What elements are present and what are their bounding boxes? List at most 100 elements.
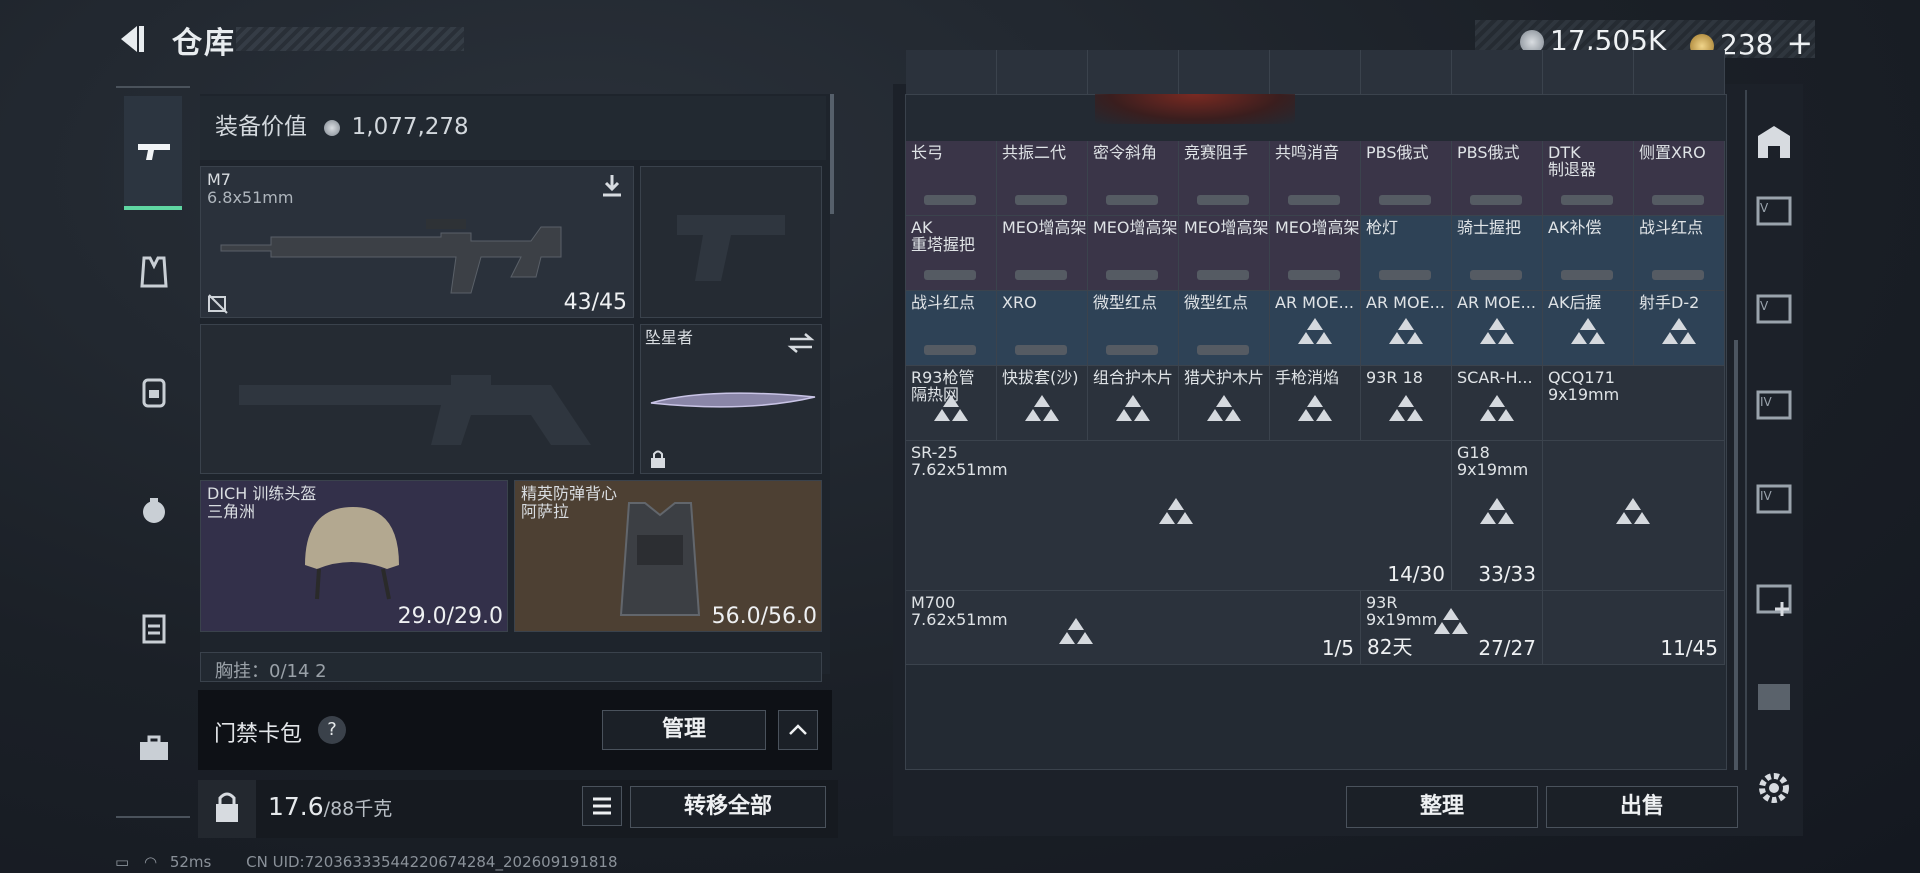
partial-cell[interactable] — [997, 50, 1088, 96]
item-name: AR MOE... — [1366, 292, 1445, 312]
sort-button[interactable]: 整理 — [1346, 786, 1538, 828]
grid-item[interactable]: DTK 制退器 — [1543, 140, 1634, 216]
status-bar: ▭ ◠ 52ms CN UID:720363335442206742​84_20… — [115, 853, 618, 871]
primary-weapon-slot[interactable]: M7 6.8x51mm 43/45 — [200, 166, 634, 318]
clipboard-icon[interactable] — [134, 608, 174, 648]
container-iv2-icon[interactable]: IV — [1752, 476, 1796, 520]
partial-cell[interactable] — [1543, 50, 1634, 96]
grid-item[interactable]: AK后握 — [1543, 290, 1634, 366]
chest-rig-row[interactable]: 胸挂：0/14 2 — [200, 652, 822, 682]
grid-item[interactable]: 共振二代 — [997, 140, 1088, 216]
grid-item[interactable]: R93枪管 隔热网 — [906, 365, 997, 441]
grid-item[interactable]: AK补偿 — [1543, 215, 1634, 291]
storage-scrollbar[interactable] — [1734, 340, 1738, 770]
attachment-icon — [1652, 269, 1704, 280]
list-view-button[interactable] — [582, 786, 622, 826]
grid-item-93r[interactable]: 93R 9x19mm 27/27 82天 — [1361, 591, 1543, 666]
grid-item[interactable]: SCAR-H... — [1452, 365, 1543, 441]
grid-item[interactable]: 长弓 — [906, 140, 997, 216]
melee-slot[interactable]: 坠星者 — [640, 324, 822, 474]
help-button[interactable]: ? — [318, 716, 346, 744]
container-iv-icon[interactable]: IV — [1752, 382, 1796, 426]
grid-item[interactable]: AR MOE... — [1452, 290, 1543, 366]
grid-item[interactable]: MEO增高架 — [1179, 215, 1270, 291]
grid-item[interactable]: AR MOE... — [1270, 290, 1361, 366]
grid-item[interactable]: QCQ171 9x19mm — [1543, 365, 1725, 441]
grid-item[interactable]: 枪灯 — [1361, 215, 1452, 291]
partial-cell[interactable] — [906, 50, 997, 96]
ammo-count: 1/5 — [1321, 636, 1354, 661]
battery-icon: ▭ — [115, 853, 130, 871]
settings-gear-icon[interactable] — [1752, 766, 1796, 810]
grid-item[interactable]: 手枪消焰 — [1270, 365, 1361, 441]
empty-cell[interactable] — [1543, 440, 1725, 592]
grid-item-m700[interactable]: M700 7.62x51mm 1/5 — [906, 591, 1361, 666]
partial-cell[interactable] — [1270, 50, 1361, 96]
weight: 17.6/88千克 — [268, 792, 392, 821]
item-name: 射手D-2 — [1639, 292, 1700, 312]
item-name: QCQ171 9x19mm — [1548, 367, 1620, 404]
pouch-icon[interactable] — [134, 490, 174, 530]
add-container-icon[interactable] — [1752, 576, 1796, 620]
coin-icon — [324, 119, 341, 136]
grid-item[interactable]: 快拔套(沙) — [997, 365, 1088, 441]
partial-cell[interactable] — [1179, 50, 1270, 96]
attachment-icon — [1015, 194, 1067, 205]
grid-item[interactable]: PBS俄式 — [1452, 140, 1543, 216]
loadout-scrollbar[interactable] — [830, 94, 834, 214]
grid-item[interactable]: 微型红点 — [1088, 290, 1179, 366]
grid-item[interactable]: 组合护木片 — [1088, 365, 1179, 441]
transfer-all-button[interactable]: 转移全部 — [630, 786, 826, 828]
grid-item[interactable]: 侧置XRO — [1634, 140, 1725, 216]
grid-item[interactable]: 战斗红点 — [906, 290, 997, 366]
swap-icon[interactable] — [787, 331, 815, 355]
briefcase-icon[interactable] — [134, 728, 174, 768]
grid-item[interactable]: 竞赛阻手 — [1179, 140, 1270, 216]
partial-cell[interactable] — [1634, 50, 1725, 96]
grid-item[interactable]: 密令斜角 — [1088, 140, 1179, 216]
grid-item[interactable]: AK 重塔握把 — [906, 215, 997, 291]
manage-button[interactable]: 管理 — [602, 710, 766, 750]
currency-2-value: 238 — [1720, 28, 1774, 61]
helmet-slot[interactable]: DICH 训练头盔 三角洲 29.0/29.0 — [200, 480, 508, 632]
vest-icon[interactable] — [134, 252, 174, 292]
container-v2-icon[interactable]: V — [1752, 286, 1796, 330]
grid-item[interactable]: 射手D-2 — [1634, 290, 1725, 366]
backpack-icon[interactable] — [134, 372, 174, 412]
armor-slot[interactable]: 精英防弹背心 阿萨拉 56.0/56.0 — [514, 480, 822, 632]
grid-item[interactable]: 骑士握把 — [1452, 215, 1543, 291]
grid-item[interactable]: MEO增高架 — [997, 215, 1088, 291]
container-v-icon[interactable]: V — [1752, 188, 1796, 232]
gun-icon[interactable] — [134, 132, 174, 172]
pistol-slot[interactable] — [640, 166, 822, 318]
grid-item[interactable]: MEO增高架 — [1088, 215, 1179, 291]
partial-cell[interactable] — [1452, 50, 1543, 96]
container-locked-icon[interactable] — [1752, 674, 1796, 718]
grid-item-g18[interactable]: G18 9x19mm 33/33 — [1452, 440, 1543, 592]
grid-item[interactable]: PBS俄式 — [1361, 140, 1452, 216]
grid-item-sr25[interactable]: SR-25 7.62x51mm 14/30 — [906, 440, 1452, 592]
attachment-icon — [1561, 194, 1613, 205]
grid-item-qcq-bottom[interactable]: 11/45 — [1543, 591, 1725, 666]
add-currency-button[interactable]: + — [1786, 24, 1813, 62]
grid-item[interactable]: MEO增高架 — [1270, 215, 1361, 291]
grid-item[interactable]: 猎犬护木片 — [1179, 365, 1270, 441]
secondary-weapon-slot[interactable] — [200, 324, 634, 474]
attachment-icon — [1106, 344, 1158, 355]
grid-item[interactable]: 93R 18 — [1361, 365, 1452, 441]
grid-item[interactable]: AR MOE... — [1361, 290, 1452, 366]
download-icon[interactable] — [599, 173, 625, 199]
grid-item[interactable]: 微型红点 — [1179, 290, 1270, 366]
storage-grid: 长弓 共振二代 密令斜角 竞赛阻手 共鸣消音 PBS俄式 PBS俄式 DTK 制退器 侧置XRO… — [905, 50, 1727, 770]
grid-item[interactable]: XRO — [997, 290, 1088, 366]
page-title: 仓库 — [172, 26, 236, 61]
grid-item[interactable]: 共鸣消音 — [1270, 140, 1361, 216]
back-arrow-icon[interactable] — [115, 22, 149, 56]
partial-cell[interactable] — [1361, 50, 1452, 96]
sell-button[interactable]: 出售 — [1546, 786, 1738, 828]
grid-item[interactable]: 战斗红点 — [1634, 215, 1725, 291]
collapse-button[interactable] — [778, 710, 818, 750]
home-tab-icon[interactable] — [1752, 120, 1796, 164]
partial-cell[interactable] — [1088, 50, 1179, 96]
item-name: 微型红点 — [1093, 292, 1158, 312]
